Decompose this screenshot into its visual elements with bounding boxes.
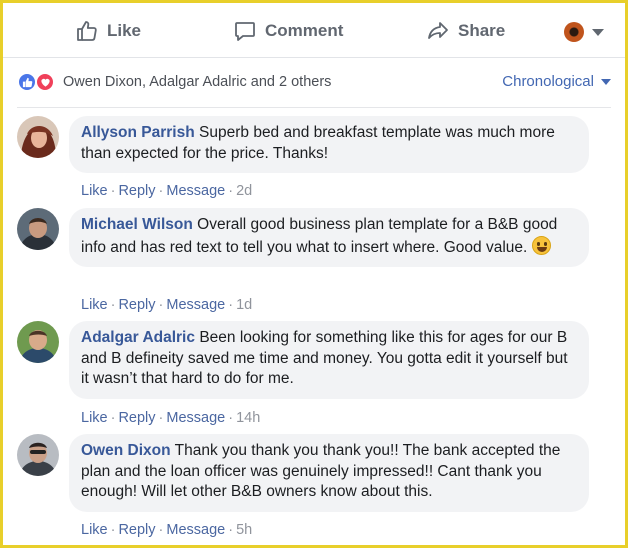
comment-bubble: Owen Dixon Thank you thank you thank you… [69, 434, 589, 512]
comment-author[interactable]: Adalgar Adalric [81, 329, 195, 346]
share-arrow-icon [426, 19, 450, 43]
comment-reply-link[interactable]: Reply [118, 297, 155, 313]
comment-button[interactable]: Comment [233, 18, 343, 44]
like-label: Like [107, 21, 142, 40]
comment-message-link[interactable]: Message [166, 183, 225, 199]
page-avatar [564, 22, 584, 42]
reaction-names[interactable]: Owen Dixon, Adalgar Adalric and 2 others [63, 74, 331, 90]
comment-bubble: Allyson Parrish Superb bed and breakfast… [69, 116, 589, 173]
comment-reply-link[interactable]: Reply [118, 522, 155, 538]
like-button[interactable]: Like [75, 18, 141, 44]
heart-reaction-icon [35, 72, 55, 92]
divider [17, 107, 611, 108]
comment-like-link[interactable]: Like [81, 183, 108, 199]
chevron-down-icon [592, 28, 604, 36]
avatar[interactable] [17, 434, 59, 476]
comment-timestamp[interactable]: 2d [236, 183, 252, 199]
chevron-down-icon [601, 78, 611, 85]
comment-actions: Like · Reply · Message · 1d [81, 297, 253, 313]
comment-label: Comment [265, 21, 344, 40]
comment-author[interactable]: Michael Wilson [81, 216, 193, 233]
avatar[interactable] [17, 321, 59, 363]
like-reaction-icon [17, 72, 37, 92]
comment-bubble: Adalgar Adalric Been looking for somethi… [69, 321, 589, 399]
comment-message-link[interactable]: Message [166, 410, 225, 426]
comment-author[interactable]: Owen Dixon [81, 442, 171, 459]
comment-reply-link[interactable]: Reply [118, 183, 155, 199]
speech-bubble-icon [233, 19, 257, 43]
thumbs-up-icon [75, 19, 99, 43]
comment-timestamp[interactable]: 14h [236, 410, 260, 426]
comment-like-link[interactable]: Like [81, 522, 108, 538]
avatar[interactable] [17, 116, 59, 158]
comment-bubble: Michael Wilson Overall good business pla… [69, 208, 589, 267]
action-bar: Like Comment Share [3, 3, 625, 58]
comment-message-link[interactable]: Message [166, 522, 225, 538]
sort-dropdown[interactable]: Chronological [502, 73, 611, 90]
reactions-summary[interactable]: Owen Dixon, Adalgar Adalric and 2 others [17, 69, 331, 95]
comment-author[interactable]: Allyson Parrish [81, 124, 195, 141]
grinning-face-icon [531, 235, 551, 255]
comments-panel: Like Comment Share Owen Dixon, Adalgar A… [3, 3, 625, 545]
comment-reply-link[interactable]: Reply [118, 410, 155, 426]
post-as-selector[interactable] [564, 21, 604, 43]
comment-like-link[interactable]: Like [81, 297, 108, 313]
share-label: Share [458, 21, 506, 40]
reaction-icons [17, 72, 61, 92]
comment-timestamp[interactable]: 1d [236, 297, 252, 313]
share-button[interactable]: Share [426, 18, 505, 44]
comment-message-link[interactable]: Message [166, 297, 225, 313]
comment-like-link[interactable]: Like [81, 410, 108, 426]
sort-label: Chronological [502, 73, 594, 90]
comment-actions: Like · Reply · Message · 5h [81, 522, 253, 538]
avatar[interactable] [17, 208, 59, 250]
comment-actions: Like · Reply · Message · 2d [81, 183, 253, 199]
comment-timestamp[interactable]: 5h [236, 522, 252, 538]
comment-actions: Like · Reply · Message · 14h [81, 410, 261, 426]
